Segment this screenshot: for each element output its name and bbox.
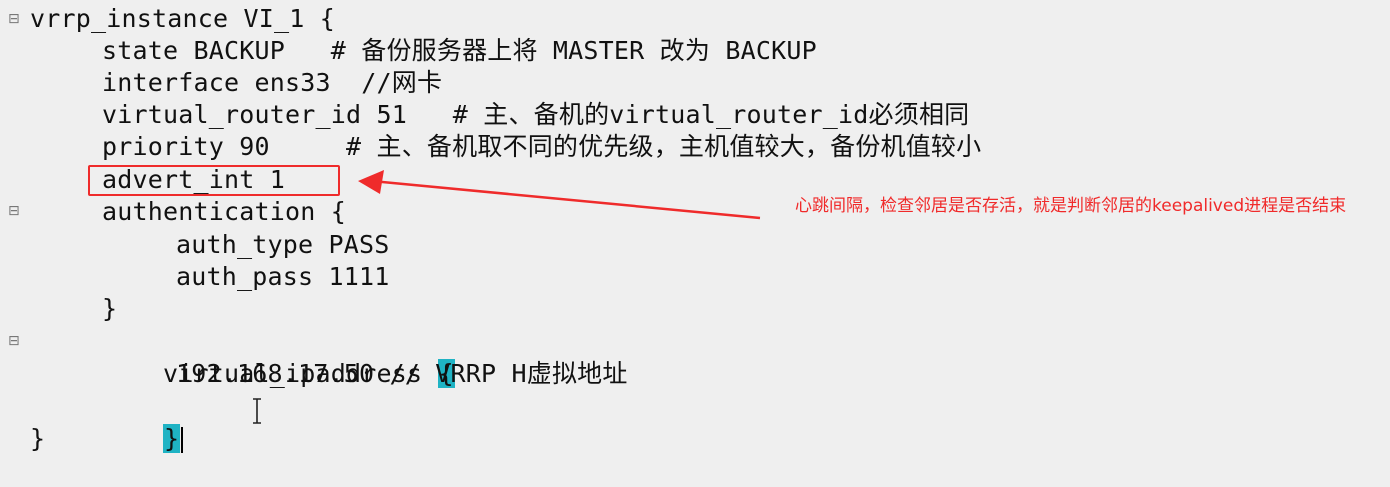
fold-toggle-icon[interactable]: ⊟ (8, 325, 20, 357)
text-caret (181, 427, 184, 453)
fold-toggle-icon[interactable]: ⊟ (8, 3, 20, 35)
code-line: auth_type PASS (176, 230, 390, 259)
code-line: } (102, 391, 184, 453)
code-line: auth_pass 1111 (176, 262, 390, 291)
code-line: virtual_router_id 51 # 主、备机的virtual_rout… (102, 100, 970, 129)
code-line: state BACKUP # 备份服务器上将 MASTER 改为 BACKUP (102, 36, 817, 65)
code-editor[interactable]: ⊟ ⊟ ⊟ vrrp_instance VI_1 { state BACKUP … (0, 0, 1390, 477)
code-line: } (102, 294, 118, 323)
annotation-note: 心跳间隔，检查邻居是否存活，就是判断邻居的keepalived进程是否结束 (795, 196, 1347, 216)
code-line: authentication { (102, 197, 347, 226)
fold-gutter: ⊟ ⊟ ⊟ (0, 0, 22, 477)
matched-bracket: } (163, 424, 181, 453)
text-ibeam-icon (253, 398, 261, 424)
annotation-arrow-head (358, 170, 384, 194)
code-line: interface ens33 //网卡 (102, 68, 443, 97)
annotation-arrow-shaft (371, 179, 761, 220)
fold-toggle-icon[interactable]: ⊟ (8, 195, 20, 227)
highlight-box (88, 165, 340, 196)
code-line: } (30, 424, 46, 453)
code-line: priority 90 # 主、备机取不同的优先级，主机值较大，备份机值较小 (102, 132, 982, 161)
code-line: virtual_ipaddress { (102, 326, 455, 388)
code-line: vrrp_instance VI_1 { (30, 4, 336, 33)
code-line: 192.168.17.50 // VRRP H虚拟地址 (176, 359, 628, 388)
